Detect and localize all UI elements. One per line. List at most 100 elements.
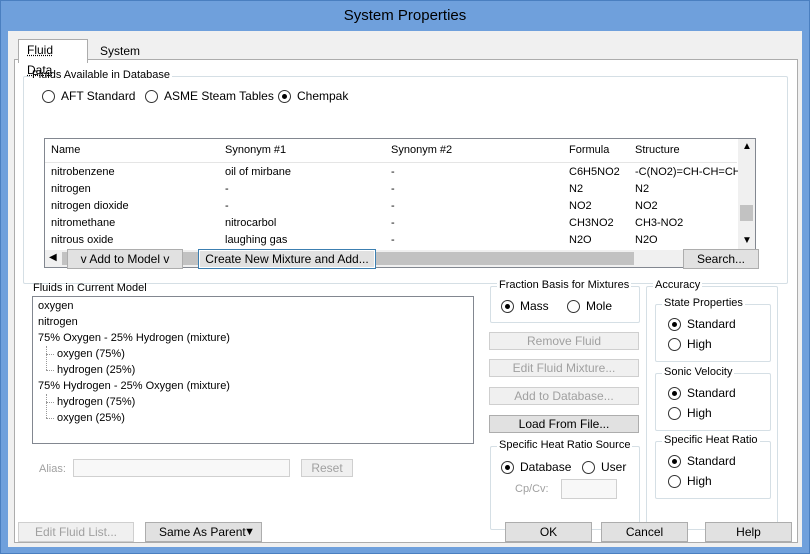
add-to-model-button[interactable]: v Add to Model v [67, 249, 183, 269]
fraction-basis-group: Fraction Basis for Mixtures Mass Mole [490, 279, 640, 323]
cell-structure: N2O [635, 234, 658, 246]
scroll-up-icon[interactable]: ▲ [742, 141, 752, 152]
cell-synonym2: - [391, 234, 395, 246]
cp-cv-input[interactable] [561, 479, 617, 499]
add-to-database-button[interactable]: Add to Database... [489, 387, 639, 405]
list-item[interactable]: 75% Hydrogen - 25% Oxygen (mixture) [38, 380, 230, 392]
tree-connector [46, 354, 54, 355]
scroll-down-icon[interactable]: ▼ [742, 235, 752, 246]
tree-connector [46, 370, 54, 371]
scroll-left-icon[interactable]: ◀ [49, 252, 57, 263]
radio-state-high-dot [668, 337, 681, 351]
state-properties-title: State Properties [662, 297, 745, 309]
cell-structure: -C(NO2)=CH-CH=CH-C [635, 166, 739, 178]
edit-fluid-list-button[interactable]: Edit Fluid List... [18, 522, 134, 542]
table-row[interactable]: nitrogen dioxide - - NO2 NO2 [45, 199, 737, 216]
remove-fluid-button[interactable]: Remove Fluid [489, 332, 639, 350]
reset-button[interactable]: Reset [301, 459, 353, 477]
table-row[interactable]: nitrobenzene oil of mirbane - C6H5NO2 -C… [45, 165, 739, 182]
tree-connector [46, 402, 54, 403]
system-properties-window: System Properties Fluid Data System Data… [0, 0, 810, 554]
same-as-parent-label: Same As Parent [159, 525, 246, 539]
tree-connector [46, 418, 54, 419]
specific-heat-source-title: Specific Heat Ratio Source [497, 439, 633, 451]
vertical-scroll-thumb[interactable] [740, 205, 753, 221]
grid-vertical-scrollbar[interactable]: ▲ ▼ [738, 139, 755, 250]
cell-structure: CH3-NO2 [635, 217, 684, 229]
col-structure[interactable]: Structure [635, 144, 680, 156]
state-properties-group: State Properties Standard High [655, 297, 771, 362]
current-model-title: Fluids in Current Model [33, 282, 147, 294]
radio-mole[interactable]: Mole [567, 299, 612, 313]
dialog-client: Fluid Data System Data Fluids Available … [8, 31, 802, 547]
cell-name: nitrogen dioxide [51, 200, 129, 212]
radio-asme-steam-dot [145, 89, 158, 103]
radio-shr-standard-dot [668, 454, 681, 468]
radio-state-high[interactable]: High [668, 337, 712, 351]
list-item[interactable]: nitrogen [38, 316, 78, 328]
accuracy-group: Accuracy State Properties Standard High … [646, 279, 778, 530]
alias-input[interactable] [73, 459, 290, 477]
cell-name: nitrous oxide [51, 234, 114, 246]
radio-shr-high-dot [668, 474, 681, 488]
ok-button[interactable]: OK [505, 522, 592, 542]
radio-shr-high-label: High [687, 474, 712, 488]
load-from-file-button[interactable]: Load From File... [489, 415, 639, 433]
radio-state-high-label: High [687, 337, 712, 351]
col-synonym2[interactable]: Synonym #2 [391, 144, 452, 156]
radio-sonic-high-label: High [687, 406, 712, 420]
radio-asme-steam-label: ASME Steam Tables [164, 89, 274, 103]
radio-shr-high[interactable]: High [668, 474, 712, 488]
list-item[interactable]: hydrogen (75%) [57, 396, 135, 408]
radio-chempak[interactable]: Chempak [278, 89, 348, 103]
radio-database[interactable]: Database [501, 460, 571, 474]
fluid-data-panel: Fluids Available in Database AFT Standar… [14, 59, 798, 543]
radio-sonic-high[interactable]: High [668, 406, 712, 420]
specific-heat-ratio-title: Specific Heat Ratio [662, 434, 760, 446]
alias-label: Alias: [39, 463, 66, 475]
help-button[interactable]: Help [705, 522, 792, 542]
tree-connector [46, 346, 47, 370]
current-model-list[interactable]: oxygen nitrogen 75% Oxygen - 25% Hydroge… [32, 296, 474, 444]
cell-formula: CH3NO2 [569, 217, 614, 229]
table-row[interactable]: nitrous oxide laughing gas - N2O N2O [45, 233, 737, 250]
list-item[interactable]: oxygen [38, 300, 73, 312]
radio-mass-label: Mass [520, 299, 549, 313]
radio-asme-steam[interactable]: ASME Steam Tables [145, 89, 274, 103]
same-as-parent-dropdown[interactable]: Same As Parent ▼ [145, 522, 262, 542]
radio-aft-standard[interactable]: AFT Standard [42, 89, 135, 103]
radio-chempak-dot [278, 89, 291, 103]
create-mixture-button[interactable]: Create New Mixture and Add... [198, 249, 376, 269]
cell-synonym2: - [391, 183, 395, 195]
specific-heat-source-group: Specific Heat Ratio Source Database User… [490, 439, 640, 530]
tab-fluid-data[interactable]: Fluid Data [18, 39, 88, 77]
radio-state-standard[interactable]: Standard [668, 317, 736, 331]
cancel-button[interactable]: Cancel [601, 522, 688, 542]
cell-name: nitrobenzene [51, 166, 115, 178]
list-item[interactable]: oxygen (25%) [57, 412, 125, 424]
col-formula[interactable]: Formula [569, 144, 609, 156]
radio-state-standard-label: Standard [687, 317, 736, 331]
radio-aft-standard-label: AFT Standard [61, 89, 136, 103]
radio-user[interactable]: User [582, 460, 626, 474]
cell-structure: NO2 [635, 200, 658, 212]
cell-synonym1: - [225, 200, 229, 212]
col-synonym1[interactable]: Synonym #1 [225, 144, 286, 156]
cell-formula: N2O [569, 234, 592, 246]
radio-sonic-standard[interactable]: Standard [668, 386, 736, 400]
radio-user-dot [582, 460, 595, 474]
list-item[interactable]: hydrogen (25%) [57, 364, 135, 376]
edit-fluid-mixture-button[interactable]: Edit Fluid Mixture... [489, 359, 639, 377]
radio-shr-standard[interactable]: Standard [668, 454, 736, 468]
table-row[interactable]: nitromethane nitrocarbol - CH3NO2 CH3-NO… [45, 216, 737, 233]
search-button[interactable]: Search... [683, 249, 759, 269]
radio-mass[interactable]: Mass [501, 299, 549, 313]
list-item[interactable]: 75% Oxygen - 25% Hydrogen (mixture) [38, 332, 230, 344]
specific-heat-ratio-group: Specific Heat Ratio Standard High [655, 434, 771, 499]
table-row[interactable]: nitrogen - - N2 N2 [45, 182, 737, 199]
col-name[interactable]: Name [51, 144, 80, 156]
list-item[interactable]: oxygen (75%) [57, 348, 125, 360]
cp-cv-label: Cp/Cv: [515, 483, 549, 495]
sonic-velocity-title: Sonic Velocity [662, 366, 735, 378]
cell-name: nitromethane [51, 217, 116, 229]
